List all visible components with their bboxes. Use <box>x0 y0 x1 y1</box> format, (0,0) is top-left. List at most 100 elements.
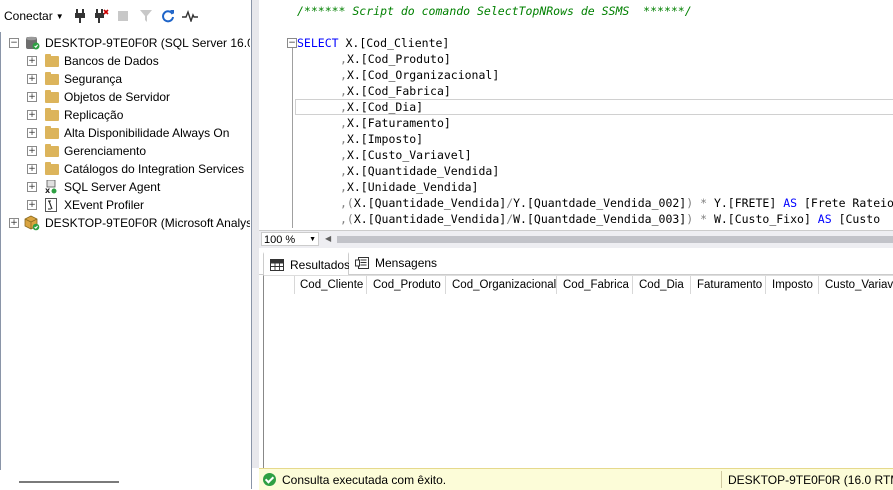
code-comment: /****** Script do comando SelectTopNRows… <box>297 4 692 18</box>
column-header[interactable]: Faturamento <box>691 276 766 294</box>
column-header[interactable]: Cod_Produto <box>367 276 446 294</box>
collapse-icon[interactable]: − <box>9 38 19 48</box>
analysis-server-icon <box>24 215 40 231</box>
xevent-profiler-icon <box>45 198 61 212</box>
tree-node-gerenciamento[interactable]: + Gerenciamento <box>0 142 250 160</box>
object-explorer-hscrollbar[interactable] <box>0 470 250 489</box>
expand-icon[interactable]: + <box>27 128 37 138</box>
scroll-left-icon[interactable]: ◀ <box>325 234 331 243</box>
activity-monitor-icon[interactable] <box>181 6 199 26</box>
code-punct: ) <box>686 196 701 210</box>
database-server-icon <box>24 36 40 50</box>
tab-resultados[interactable]: Resultados <box>263 252 351 276</box>
code-text: X.[Quantidade_Vendida] <box>353 196 507 210</box>
disconnect-icon[interactable] <box>94 6 110 26</box>
code-text: X.[Custo_Variavel] <box>346 148 472 162</box>
tree-node-replicacao[interactable]: + Replicação <box>0 106 250 124</box>
column-header[interactable]: Cod_Fabrica <box>557 276 633 294</box>
connect-label: Conectar <box>4 9 53 23</box>
tree-node-objetos-de-servidor[interactable]: + Objetos de Servidor <box>0 88 250 106</box>
column-header[interactable]: Cod_Cliente <box>294 276 367 294</box>
tab-label: Resultados <box>290 257 351 272</box>
zoom-dropdown[interactable]: 100 % ▼ <box>261 232 319 246</box>
tree-node-label: Alta Disponibilidade Always On <box>64 126 230 140</box>
folder-icon <box>45 144 59 157</box>
tab-mensagens[interactable]: Mensagens <box>349 252 437 273</box>
tree-node-label: Gerenciamento <box>64 144 147 158</box>
sql-agent-icon: x <box>44 179 60 195</box>
expand-icon[interactable]: + <box>27 74 37 84</box>
editor-zoom-bar: 100 % ▼ ◀ <box>259 230 893 248</box>
results-pane: Resultados Mensagens Cod_Cliente Cod_Pro… <box>259 248 893 472</box>
grid-header: Cod_Cliente Cod_Produto Cod_Organizacion… <box>264 276 893 294</box>
code-text: [Frete Rateio <box>797 196 893 210</box>
editor-hscroll-thumb[interactable] <box>337 236 893 243</box>
results-grid[interactable]: Cod_Cliente Cod_Produto Cod_Organizacion… <box>263 275 893 472</box>
tree-node-label: Segurança <box>64 72 123 86</box>
expand-icon[interactable]: + <box>9 218 19 228</box>
code-comma: , <box>340 132 347 146</box>
tree-node-analysis-services[interactable]: + DESKTOP-9TE0F0R (Microsoft Analysis <box>0 214 250 232</box>
sql-keyword: AS <box>783 196 798 210</box>
folder-icon <box>45 54 59 67</box>
expand-icon[interactable]: + <box>27 182 37 192</box>
connect-plug-icon[interactable] <box>72 6 88 26</box>
results-tabs: Resultados Mensagens <box>259 248 893 276</box>
chevron-down-icon: ▼ <box>55 11 64 21</box>
code-comma: , <box>340 84 347 98</box>
folder-icon <box>45 126 59 139</box>
expand-icon[interactable]: + <box>27 110 37 120</box>
code-line: ,X.[Quantidade_Vendida] <box>340 163 499 179</box>
tree-node-integration-services[interactable]: + Catálogos do Integration Services <box>0 160 250 178</box>
column-header[interactable]: Imposto <box>766 276 819 294</box>
panel-splitter[interactable] <box>252 0 259 468</box>
folder-icon <box>45 108 59 121</box>
tree-node-label: Objetos de Servidor <box>64 90 171 104</box>
expand-icon[interactable]: + <box>27 56 37 66</box>
code-line: ,(X.[Quantidade_Vendida]/W.[Quantdade_Ve… <box>340 211 880 227</box>
expand-icon[interactable]: + <box>27 146 37 156</box>
grid-row-header[interactable] <box>264 276 295 294</box>
tree-node-label: DESKTOP-9TE0F0R (Microsoft Analysis <box>45 216 250 230</box>
expand-icon[interactable]: + <box>27 92 37 102</box>
code-line: ,X.[Cod_Fabrica] <box>340 83 451 99</box>
tree-node-sql-server[interactable]: − DESKTOP-9TE0F0R (SQL Server 16.0.100 <box>0 34 250 52</box>
code-line: ,X.[Unidade_Vendida] <box>340 179 479 195</box>
outline-guide <box>292 48 293 228</box>
code-text: X.[Quantidade_Vendida] <box>346 164 500 178</box>
tree-node-xevent-profiler[interactable]: + XEvent Profiler <box>0 196 250 214</box>
tree-node-label: XEvent Profiler <box>64 198 145 212</box>
code-text: X.[Cod_Dia] <box>346 100 424 114</box>
code-line: ,(X.[Quantidade_Vendida]/Y.[Quantdade_Ve… <box>340 195 893 211</box>
code-line: ,X.[Cod_Dia] <box>340 99 423 115</box>
sql-keyword: AS <box>817 212 832 226</box>
code-comma: , <box>340 68 347 82</box>
refresh-icon[interactable] <box>160 6 176 26</box>
collapse-region-icon[interactable]: − <box>287 38 297 48</box>
tree-node-bancos-de-dados[interactable]: + Bancos de Dados <box>0 52 250 70</box>
tree-node-always-on[interactable]: + Alta Disponibilidade Always On <box>0 124 250 142</box>
zoom-value: 100 % <box>264 234 296 246</box>
code-text: X.[Unidade_Vendida] <box>346 180 479 194</box>
connect-button[interactable]: Conectar ▼ <box>4 6 64 26</box>
tree-node-seguranca[interactable]: + Segurança <box>0 70 250 88</box>
expand-icon[interactable]: + <box>27 164 37 174</box>
messages-icon <box>355 256 369 269</box>
column-header[interactable]: Cod_Dia <box>633 276 691 294</box>
code-comma: , <box>340 116 347 130</box>
filter-icon[interactable] <box>138 6 154 26</box>
column-header[interactable]: Custo_Variave <box>819 276 893 294</box>
code-comma: , <box>340 164 347 178</box>
expand-icon[interactable]: + <box>27 200 37 210</box>
chevron-down-icon: ▼ <box>309 236 316 243</box>
tree-node-sql-server-agent[interactable]: + x SQL Server Agent <box>0 178 250 196</box>
stop-icon[interactable] <box>116 6 130 26</box>
editor-gutter <box>259 0 285 230</box>
status-separator <box>721 471 722 488</box>
query-editor[interactable]: − /****** Script do comando SelectTopNRo… <box>259 0 893 230</box>
column-header[interactable]: Cod_Organizacional <box>446 276 557 294</box>
query-status-bar: Consulta executada com êxito. DESKTOP-9T… <box>259 468 893 490</box>
tree-node-label: DESKTOP-9TE0F0R (SQL Server 16.0.100 <box>45 36 250 50</box>
scrollbar-thumb[interactable] <box>19 481 119 483</box>
code-punct: ) <box>686 212 701 226</box>
